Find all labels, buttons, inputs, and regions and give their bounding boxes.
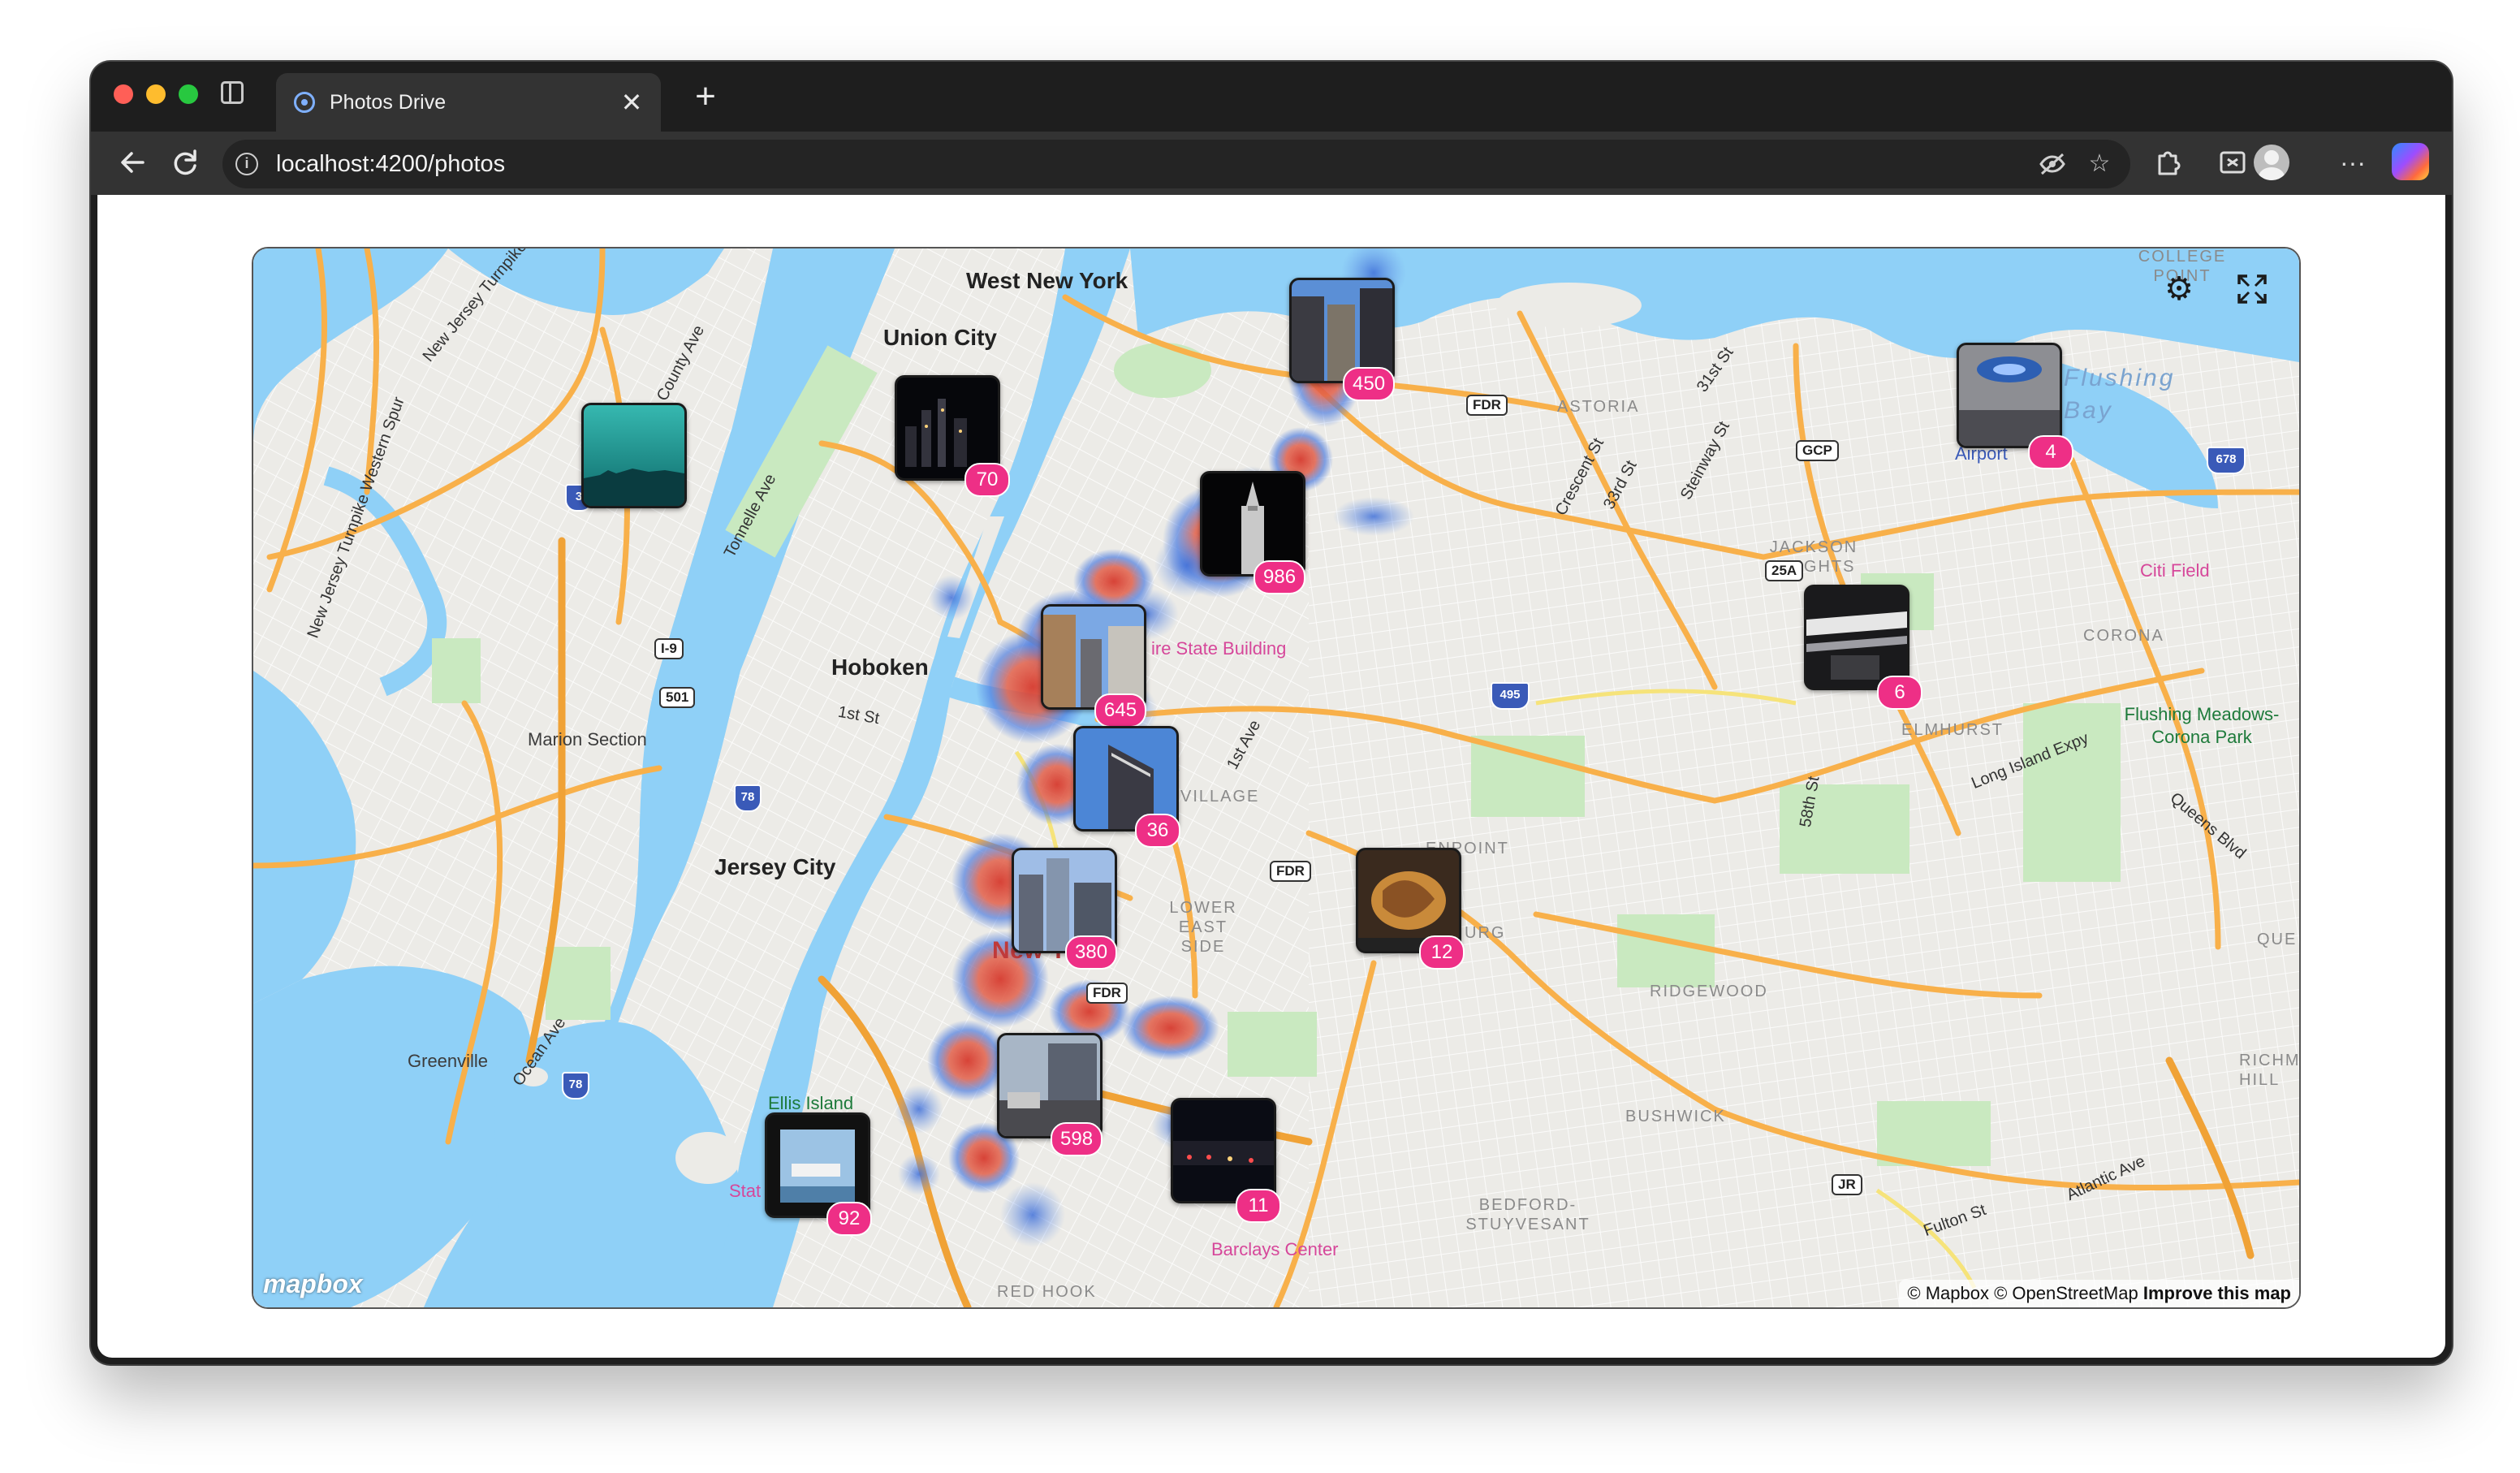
label-village: VILLAGE	[1180, 788, 1260, 806]
label-que: QUE	[2257, 931, 2298, 948]
cluster-count-36[interactable]: 36	[1135, 814, 1180, 848]
label-statue: Stat	[729, 1181, 762, 1201]
label-corona: CORONA	[2083, 627, 2164, 645]
cluster-count-11[interactable]: 11	[1236, 1189, 1281, 1223]
tab-photos-drive[interactable]: Photos Drive ✕	[276, 73, 661, 132]
label-empire-state: ire State Building	[1151, 638, 1287, 659]
improve-map-link[interactable]: Improve this map	[2143, 1283, 2291, 1303]
shield-i78-b: 78	[562, 1072, 589, 1099]
sidebar-icon[interactable]	[221, 81, 244, 104]
tab-close-icon[interactable]: ✕	[614, 84, 649, 120]
photo-cluster-11[interactable]	[1171, 1098, 1276, 1203]
mapbox-logo[interactable]: mapbox	[263, 1269, 363, 1299]
back-arrow-icon[interactable]	[110, 140, 156, 185]
cluster-count-450[interactable]: 450	[1343, 367, 1396, 401]
label-astoria: ASTORIA	[1557, 398, 1640, 416]
label-elmhurst: ELMHURST	[1901, 721, 2004, 739]
address-bar[interactable]: i localhost:4200/photos ☆	[222, 140, 2130, 188]
label-citi-field: Citi Field	[2140, 560, 2210, 581]
cluster-photo	[1806, 587, 1907, 688]
shield-i495: 495	[1491, 682, 1530, 710]
label-bushwick: BUSHWICK	[1625, 1108, 1726, 1125]
label-union-city: Union City	[883, 325, 997, 350]
cluster-photo	[1292, 280, 1392, 381]
shield-i9: I-9	[654, 638, 684, 659]
label-greenville: Greenville	[408, 1051, 489, 1071]
info-icon[interactable]: i	[235, 153, 258, 175]
shield-jr: JR	[1832, 1174, 1862, 1195]
shield-i678: 678	[2207, 447, 2246, 474]
label-red-hook: RED HOOK	[997, 1283, 1097, 1301]
cluster-count-12[interactable]: 12	[1419, 935, 1465, 970]
cluster-photo	[767, 1115, 868, 1216]
photo-cluster-teal[interactable]	[581, 403, 687, 508]
label-barclays-center: Barclays Center	[1211, 1239, 1339, 1259]
cluster-photo	[1043, 607, 1144, 707]
cluster-count-598[interactable]: 598	[1051, 1122, 1103, 1156]
label-williamsburg: URG	[1465, 924, 1506, 942]
photo-cluster-4[interactable]	[1957, 343, 2062, 448]
shield-fdr-2: FDR	[1270, 861, 1311, 882]
more-icon[interactable]: ···	[2330, 140, 2375, 185]
browser-window: Photos Drive ✕ + i localhost:4200/photos…	[91, 62, 2452, 1364]
cluster-count-380[interactable]: 380	[1065, 935, 1118, 970]
attribution-text[interactable]: © Mapbox © OpenStreetMap	[1907, 1283, 2138, 1303]
star-icon[interactable]: ☆	[2082, 146, 2117, 182]
tab-bar: Photos Drive ✕ +	[91, 62, 2452, 132]
cluster-photo	[1959, 345, 2060, 446]
screenshot-icon[interactable]	[2210, 140, 2255, 185]
photo-cluster-6[interactable]	[1804, 585, 1909, 690]
cluster-count-70[interactable]: 70	[964, 463, 1010, 497]
maximize-window-button[interactable]	[179, 84, 198, 104]
label-west-new-york: West New York	[966, 268, 1128, 293]
new-tab-button[interactable]: +	[685, 76, 726, 117]
label-flushing-bay: Flushing Bay	[2064, 365, 2176, 424]
cluster-photo	[1202, 473, 1303, 574]
copilot-icon[interactable]	[2392, 143, 2429, 180]
cluster-count-986[interactable]: 986	[1254, 560, 1306, 594]
cluster-photo	[999, 1035, 1100, 1136]
label-hoboken: Hoboken	[831, 654, 929, 680]
reload-icon[interactable]	[162, 140, 208, 185]
cluster-count-92[interactable]: 92	[826, 1202, 872, 1236]
label-richmond-hill: RICHMO HILL	[2239, 1052, 2301, 1089]
settings-gear-icon[interactable]: ⚙	[2156, 266, 2202, 312]
cluster-photo	[1173, 1100, 1274, 1201]
favicon-icon	[294, 92, 315, 113]
label-marion-section: Marion Section	[528, 729, 647, 749]
minimize-window-button[interactable]	[146, 84, 166, 104]
shield-fdr-3: FDR	[1086, 983, 1128, 1004]
shield-25a: 25A	[1765, 560, 1804, 581]
photo-map[interactable]: West New York Union City Hoboken Jersey …	[252, 247, 2301, 1309]
label-flushing-meadows: Flushing Meadows- Corona Park	[2124, 704, 2280, 747]
shield-fdr-1: FDR	[1466, 395, 1508, 416]
cluster-photo	[584, 405, 684, 506]
label-lower-east-side: LOWER EAST SIDE	[1169, 899, 1237, 956]
extensions-icon[interactable]	[2145, 140, 2190, 185]
fullscreen-icon[interactable]	[2229, 266, 2275, 312]
browser-toolbar: i localhost:4200/photos ☆ ···	[91, 132, 2452, 195]
label-ridgewood: RIDGEWOOD	[1650, 983, 1768, 1000]
map-attribution: © Mapbox © OpenStreetMap Improve this ma…	[1899, 1280, 2299, 1307]
label-bedford-stuyvesant: BEDFORD- STUYVESANT	[1465, 1196, 1590, 1233]
shield-501: 501	[659, 687, 696, 708]
label-jersey-city: Jersey City	[714, 854, 836, 879]
cluster-count-645[interactable]: 645	[1094, 693, 1147, 728]
profile-avatar[interactable]	[2254, 145, 2289, 180]
tab-title: Photos Drive	[330, 91, 447, 114]
shield-i78-a: 78	[734, 784, 762, 812]
page-viewport: West New York Union City Hoboken Jersey …	[97, 195, 2445, 1358]
shield-gcp: GCP	[1796, 440, 1839, 461]
label-ellis-island: Ellis Island	[768, 1093, 854, 1113]
cluster-count-4[interactable]: 4	[2028, 435, 2073, 469]
url-text[interactable]: localhost:4200/photos	[276, 151, 505, 178]
close-window-button[interactable]	[114, 84, 133, 104]
eye-off-icon[interactable]	[2035, 146, 2070, 182]
cluster-count-6[interactable]: 6	[1877, 676, 1922, 710]
